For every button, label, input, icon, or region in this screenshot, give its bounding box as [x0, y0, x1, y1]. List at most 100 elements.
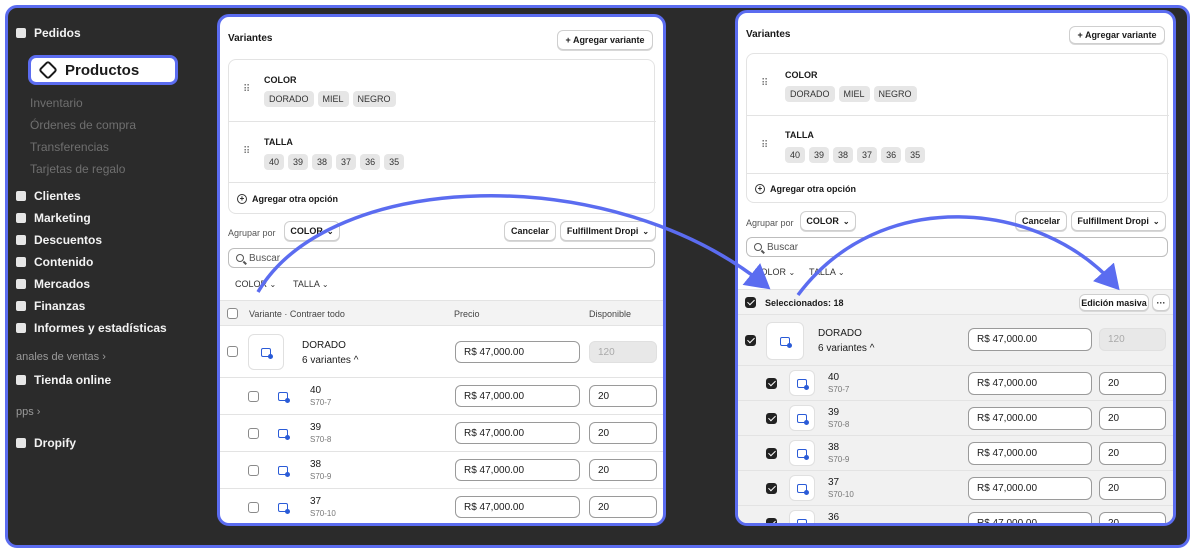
add-variant-button[interactable]: + Agregar variante [1069, 26, 1165, 44]
select-all-checkbox[interactable] [227, 308, 238, 319]
image-icon [797, 483, 809, 495]
image-placeholder[interactable] [270, 457, 296, 483]
stock-input[interactable]: 20 [1099, 442, 1166, 465]
row-checkbox[interactable] [248, 428, 259, 439]
price-input[interactable]: R$ 47,000.00 [968, 512, 1092, 523]
fulfillment-select[interactable]: Fulfillment Dropi ⌄ [560, 221, 656, 241]
price-input[interactable]: R$ 47,000.00 [968, 442, 1092, 465]
price-input[interactable]: R$ 47,000.00 [968, 407, 1092, 430]
add-variant-button[interactable]: + Agregar variante [557, 30, 653, 50]
select-all-checkbox[interactable] [745, 297, 756, 308]
price-input[interactable]: R$ 47,000.00 [455, 341, 580, 363]
cancel-button[interactable]: Cancelar [504, 221, 556, 241]
sidebar-subitem-transferencias[interactable]: Transferencias [30, 140, 109, 154]
search-icon [236, 254, 244, 262]
stock-input[interactable]: 20 [1099, 512, 1166, 523]
variant-sku: S70-9 [828, 455, 850, 464]
drag-handle-icon[interactable]: ⠿ [243, 146, 250, 157]
price-input[interactable]: R$ 47,000.00 [968, 328, 1092, 351]
add-option-button[interactable]: + Agregar otra opción [755, 184, 856, 194]
row-checkbox[interactable] [766, 378, 777, 389]
image-icon [797, 448, 809, 460]
image-icon [797, 518, 807, 523]
stock-input[interactable]: 20 [1099, 477, 1166, 500]
variant-name: 39 [310, 422, 322, 433]
sidebar-section-apps[interactable]: pps › [16, 406, 40, 418]
stock-input: 120 [589, 341, 657, 363]
filter-color[interactable]: COLOR ⌄ [754, 267, 795, 277]
search-input[interactable]: Buscar [228, 248, 655, 268]
sidebar-subitem-inventario[interactable]: Inventario [30, 96, 83, 110]
drag-handle-icon[interactable]: ⠿ [761, 78, 768, 89]
filter-talla[interactable]: TALLA ⌄ [293, 279, 329, 289]
option-value-chip: MIEL [317, 91, 349, 107]
image-placeholder[interactable] [248, 334, 284, 370]
stock-input[interactable]: 20 [1099, 372, 1166, 395]
sidebar-subitem-tarjetas[interactable]: Tarjetas de regalo [30, 162, 125, 176]
drag-handle-icon[interactable]: ⠿ [761, 140, 768, 151]
row-checkbox[interactable] [745, 335, 756, 346]
sidebar-item-productos[interactable]: Productos [28, 55, 178, 85]
row-checkbox[interactable] [766, 448, 777, 459]
stock-input[interactable]: 20 [589, 496, 657, 518]
group-count[interactable]: 6 variantes ^ [302, 355, 358, 366]
bulk-edit-button[interactable]: Edición masiva [1079, 294, 1149, 311]
sidebar-item-pedidos[interactable]: Pedidos [16, 26, 81, 40]
image-placeholder[interactable] [270, 383, 296, 409]
drag-handle-icon[interactable]: ⠿ [243, 84, 250, 95]
fulfillment-select[interactable]: Fulfillment Dropi ⌄ [1071, 211, 1166, 231]
row-checkbox[interactable] [227, 346, 238, 357]
stock-input[interactable]: 20 [589, 459, 657, 481]
image-placeholder[interactable] [789, 440, 815, 466]
sidebar-item-mercados[interactable]: Mercados [16, 277, 90, 291]
row-checkbox[interactable] [248, 391, 259, 402]
sidebar-item-tienda-online[interactable]: Tienda online [16, 373, 111, 387]
image-placeholder[interactable] [766, 322, 804, 360]
price-input[interactable]: R$ 47,000.00 [968, 372, 1092, 395]
stock-input[interactable]: 20 [589, 422, 657, 444]
sidebar-item-finanzas[interactable]: Finanzas [16, 299, 85, 313]
row-checkbox[interactable] [248, 465, 259, 476]
sidebar-item-dropify[interactable]: Dropify [16, 436, 76, 450]
row-checkbox[interactable] [248, 502, 259, 513]
variant-name: 37 [828, 477, 840, 488]
sidebar-section-sales-channels[interactable]: anales de ventas › [16, 351, 106, 363]
image-placeholder[interactable] [789, 475, 815, 501]
price-input[interactable]: R$ 47,000.00 [455, 496, 580, 518]
sidebar-subitem-ordenes[interactable]: Órdenes de compra [30, 118, 136, 132]
column-variant[interactable]: Variante · Contraer todo [249, 309, 345, 319]
image-placeholder[interactable] [789, 405, 815, 431]
filter-talla[interactable]: TALLA ⌄ [809, 267, 845, 277]
search-input[interactable]: Buscar [746, 237, 1168, 257]
group-count[interactable]: 6 variantes ^ [818, 343, 874, 354]
price-input[interactable]: R$ 47,000.00 [455, 422, 580, 444]
image-placeholder[interactable] [789, 510, 815, 523]
sidebar-item-contenido[interactable]: Contenido [16, 255, 93, 269]
stock-input[interactable]: 20 [589, 385, 657, 407]
price-input[interactable]: R$ 47,000.00 [455, 459, 580, 481]
filter-color[interactable]: COLOR ⌄ [235, 279, 276, 289]
table-row: 38 S70-9 R$ 47,000.00 20 [738, 436, 1173, 471]
sidebar-item-informes[interactable]: Informes y estadísticas [16, 321, 167, 335]
chevron-down-icon: ⌄ [326, 226, 334, 236]
row-checkbox[interactable] [766, 413, 777, 424]
more-options-button[interactable]: ··· [1152, 294, 1170, 311]
image-placeholder[interactable] [789, 370, 815, 396]
variant-name: 37 [310, 496, 322, 507]
stock-input[interactable]: 20 [1099, 407, 1166, 430]
price-input[interactable]: R$ 47,000.00 [455, 385, 580, 407]
table-row: 40 S70-7 R$ 47,000.00 20 [220, 378, 663, 415]
sidebar-item-marketing[interactable]: Marketing [16, 211, 91, 225]
row-checkbox[interactable] [766, 518, 777, 523]
cancel-button[interactable]: Cancelar [1015, 211, 1067, 231]
group-by-select[interactable]: COLOR ⌄ [284, 221, 340, 241]
image-placeholder[interactable] [270, 494, 296, 520]
group-by-select[interactable]: COLOR ⌄ [800, 211, 856, 231]
sidebar-item-descuentos[interactable]: Descuentos [16, 233, 102, 247]
add-option-button[interactable]: + Agregar otra opción [237, 194, 338, 204]
image-placeholder[interactable] [270, 420, 296, 446]
group-by-label: Agrupar por [228, 228, 276, 238]
row-checkbox[interactable] [766, 483, 777, 494]
sidebar-item-clientes[interactable]: Clientes [16, 189, 81, 203]
price-input[interactable]: R$ 47,000.00 [968, 477, 1092, 500]
